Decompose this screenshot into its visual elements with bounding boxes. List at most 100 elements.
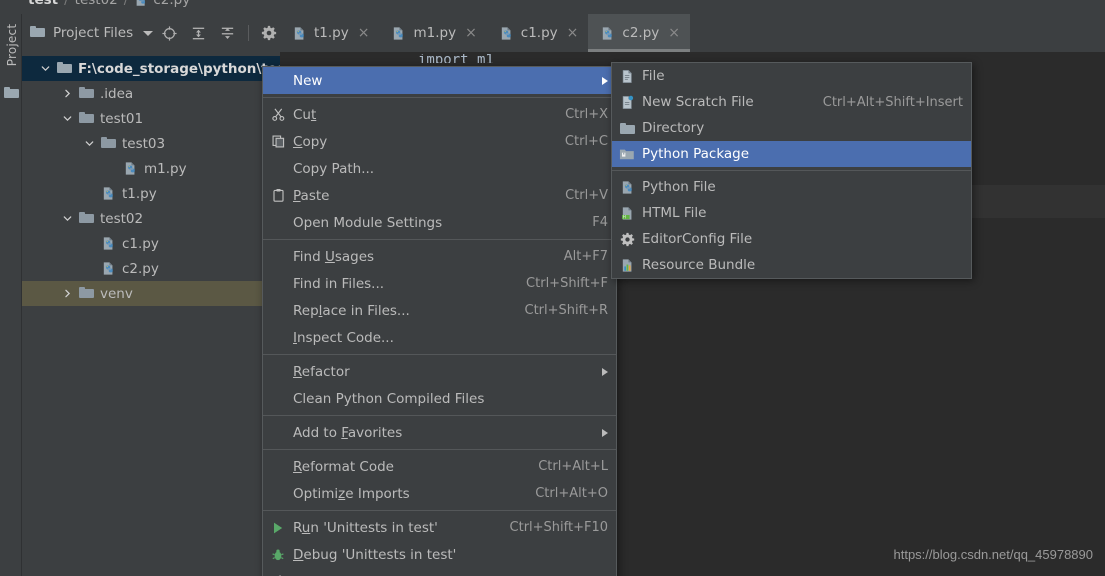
- project-panel-title[interactable]: Project Files: [53, 25, 133, 41]
- menu-item-find-in-files[interactable]: Find in Files... Ctrl+Shift+F: [263, 270, 616, 297]
- submenu-item-file[interactable]: File: [612, 63, 971, 89]
- menu-separator: [263, 239, 616, 240]
- menu-item-open-module-settings[interactable]: Open Module Settings F4: [263, 209, 616, 236]
- submenu-item-label: New Scratch File: [642, 94, 754, 110]
- editor-tab-m1[interactable]: m1.py ×: [379, 14, 486, 52]
- tool-window-button-project[interactable]: Project: [5, 15, 19, 75]
- editor-tab-label: m1.py: [413, 25, 457, 41]
- menu-separator: [263, 510, 616, 511]
- close-icon[interactable]: ×: [668, 26, 680, 40]
- menu-item-run-unittests[interactable]: Run 'Unittests in test' Ctrl+Shift+F10: [263, 514, 616, 541]
- editor-tab-t1[interactable]: t1.py ×: [280, 14, 379, 52]
- locate-icon[interactable]: [161, 25, 178, 42]
- html-file-icon: H: [612, 206, 642, 221]
- menu-item-label: Paste: [293, 187, 330, 204]
- copy-icon: [263, 134, 293, 149]
- chevron-down-icon[interactable]: [62, 213, 73, 224]
- menu-item-label: Open Module Settings: [293, 214, 443, 231]
- submenu-item-python-file[interactable]: Python File: [612, 174, 971, 200]
- project-tree: F:\code_storage\python\test .idea test01: [22, 56, 291, 306]
- tree-row[interactable]: c1.py: [22, 231, 280, 256]
- chevron-down-icon[interactable]: [84, 138, 95, 149]
- project-tool-window: Project Files F:\code_storage\python\tes…: [22, 14, 304, 576]
- chevron-down-icon[interactable]: [143, 30, 154, 36]
- submenu-item-python-package[interactable]: Python Package: [612, 141, 971, 167]
- tree-row[interactable]: F:\code_storage\python\test: [22, 56, 291, 81]
- menu-item-reformat-code[interactable]: Reformat Code Ctrl+Alt+L: [263, 453, 616, 480]
- python-file-icon: [101, 186, 116, 201]
- menu-item-shortcut: Ctrl+Shift+R: [524, 303, 609, 318]
- tree-row[interactable]: venv: [22, 281, 280, 306]
- tree-row[interactable]: t1.py: [22, 181, 280, 206]
- tree-item-label: test01: [100, 110, 144, 127]
- chevron-down-icon[interactable]: [62, 113, 73, 124]
- python-file-icon: [603, 26, 613, 40]
- file-icon: [612, 69, 642, 84]
- submenu-item-resource-bundle[interactable]: Resource Bundle: [612, 252, 971, 278]
- menu-item-copy-path[interactable]: Copy Path...: [263, 155, 616, 182]
- chevron-down-icon[interactable]: [40, 63, 51, 74]
- gear-icon: [612, 232, 642, 247]
- submenu-item-label: EditorConfig File: [642, 231, 753, 247]
- breadcrumb-item-3[interactable]: c2.py: [153, 0, 190, 8]
- python-file-icon: [123, 161, 138, 176]
- folder-icon: [4, 86, 19, 102]
- menu-item-new[interactable]: New: [263, 67, 616, 94]
- menu-item-label: Find in Files...: [293, 275, 385, 292]
- tree-item-label: venv: [100, 285, 133, 302]
- close-icon[interactable]: ×: [358, 26, 370, 40]
- chevron-right-icon: [602, 76, 608, 85]
- submenu-item-html-file[interactable]: H HTML File: [612, 200, 971, 226]
- breadcrumb-separator: /: [64, 0, 69, 8]
- gear-icon[interactable]: [261, 25, 277, 41]
- menu-item-label: Clean Python Compiled Files: [293, 390, 485, 407]
- menu-item-find-usages[interactable]: Find Usages Alt+F7: [263, 243, 616, 270]
- python-file-icon: [394, 26, 404, 40]
- python-file-icon: [501, 26, 511, 40]
- editor-tab-c2[interactable]: c2.py ×: [588, 14, 691, 52]
- editor-tab-c1[interactable]: c1.py ×: [487, 14, 589, 52]
- menu-item-copy[interactable]: Copy Ctrl+C: [263, 128, 616, 155]
- divider: [248, 25, 250, 41]
- editor-tab-bar: t1.py × m1.py × c1.py × c2.py ×: [280, 14, 1105, 52]
- menu-item-optimize-imports[interactable]: Optimize Imports Ctrl+Alt+O: [263, 480, 616, 507]
- tree-item-label: test02: [100, 210, 144, 227]
- collapse-all-icon[interactable]: [219, 25, 236, 42]
- menu-separator: [263, 415, 616, 416]
- python-file-icon: [612, 180, 642, 195]
- close-icon[interactable]: ×: [465, 26, 477, 40]
- chevron-right-icon[interactable]: [62, 288, 73, 299]
- resource-bundle-icon: [612, 258, 642, 273]
- menu-item-replace-in-files[interactable]: Replace in Files... Ctrl+Shift+R: [263, 297, 616, 324]
- tree-row[interactable]: m1.py: [22, 156, 280, 181]
- tree-row[interactable]: .idea: [22, 81, 280, 106]
- menu-item-add-to-favorites[interactable]: Add to Favorites: [263, 419, 616, 446]
- tree-row[interactable]: test03: [22, 131, 280, 156]
- menu-item-label: Reformat Code: [293, 458, 394, 475]
- menu-item-clean-python-compiled-files[interactable]: Clean Python Compiled Files: [263, 385, 616, 412]
- menu-item-refactor[interactable]: Refactor: [263, 358, 616, 385]
- clipboard-icon: [263, 188, 293, 203]
- tree-row[interactable]: test01: [22, 106, 280, 131]
- breadcrumb-item-1[interactable]: test: [28, 0, 58, 8]
- menu-item-shortcut: Ctrl+Alt+O: [535, 486, 608, 501]
- menu-item-paste[interactable]: Paste Ctrl+V: [263, 182, 616, 209]
- menu-item-debug-unittests[interactable]: Debug 'Unittests in test': [263, 541, 616, 568]
- menu-item-inspect-code[interactable]: Inspect Code...: [263, 324, 616, 351]
- submenu-item-label: Resource Bundle: [642, 257, 756, 273]
- menu-item-cut[interactable]: Cut Ctrl+X: [263, 101, 616, 128]
- submenu-separator: [612, 170, 971, 171]
- chevron-right-icon[interactable]: [62, 88, 73, 99]
- debug-icon: [263, 548, 293, 562]
- close-icon[interactable]: ×: [567, 26, 579, 40]
- tree-row[interactable]: test02: [22, 206, 280, 231]
- menu-item-modify-run-configuration[interactable]: Modify Run Configuration...: [263, 568, 616, 576]
- submenu-item-label: File: [642, 68, 665, 84]
- submenu-item-new-scratch-file[interactable]: New Scratch File Ctrl+Alt+Shift+Insert: [612, 89, 971, 115]
- submenu-item-editorconfig-file[interactable]: EditorConfig File: [612, 226, 971, 252]
- submenu-item-directory[interactable]: Directory: [612, 115, 971, 141]
- tree-row[interactable]: c2.py: [22, 256, 280, 281]
- breadcrumb-item-2[interactable]: test02: [75, 0, 118, 8]
- expand-all-icon[interactable]: [190, 25, 207, 42]
- run-icon: [263, 521, 293, 535]
